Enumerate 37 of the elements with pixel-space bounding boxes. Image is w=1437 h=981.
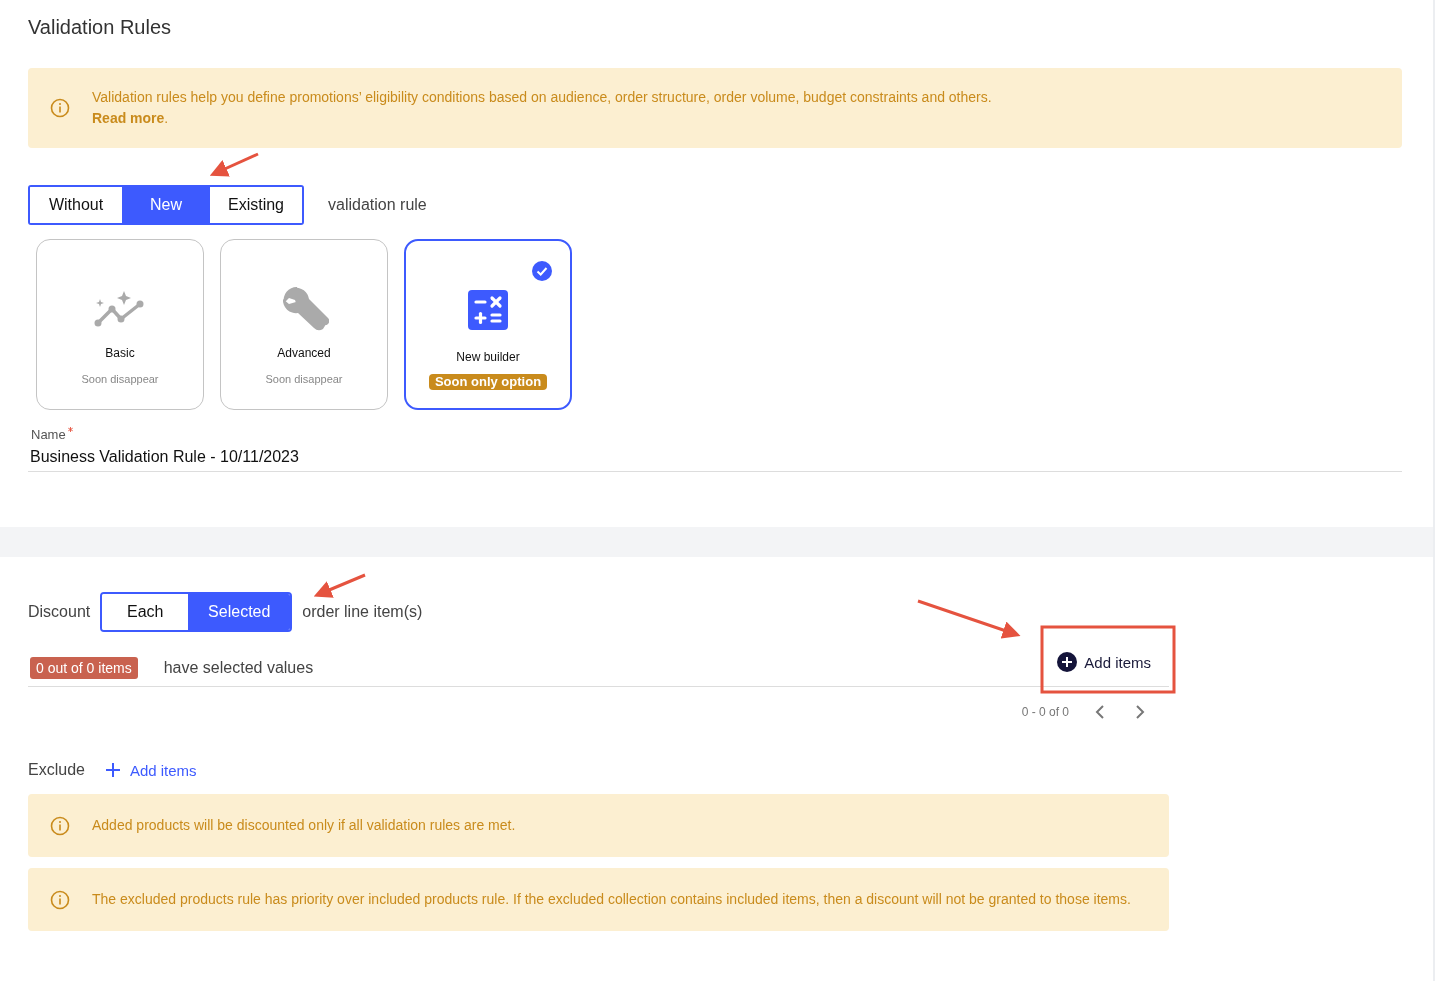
chevron-right-icon <box>1135 705 1145 719</box>
count-badge: 0 out of 0 items <box>30 657 138 679</box>
notice-text: Added products will be discounted only if all validation rules are met. <box>92 816 516 835</box>
notice-text: Validation rules help you define promotions’ eligibility conditions based on audience, order structure, order volume, budget constraints and others. <box>92 88 992 107</box>
page-title: Validation Rules <box>28 16 173 39</box>
info-icon <box>50 98 70 118</box>
rule-type-card[interactable]: Advanced Soon disappear <box>220 239 388 410</box>
discount-label: Discount <box>28 603 91 621</box>
status-badge: Soon only option <box>428 374 548 390</box>
count-text: have selected values <box>163 659 314 677</box>
notice-text: The excluded products rule has priority over included products rule. If the excluded collection contains included items, then a discount will not be granted to those items. <box>92 890 1131 909</box>
calculator-icon <box>468 290 508 330</box>
rule-type-card[interactable]: Basic Soon disappear <box>36 239 204 410</box>
segment-option[interactable]: Selected <box>188 594 291 630</box>
plus-circle-icon <box>1057 652 1078 672</box>
annotation-arrow <box>209 152 259 177</box>
add-items-link[interactable]: Add items <box>104 761 197 779</box>
segment-option[interactable]: New <box>122 187 210 223</box>
read-more-text: Read more. <box>92 109 170 128</box>
segment-suffix-text: validation rule <box>328 196 427 214</box>
sparkle-chart-icon <box>94 289 146 329</box>
card-subtitle: Soon disappear <box>265 373 343 385</box>
card-title: Basic <box>105 346 135 360</box>
card-title: New builder <box>456 350 520 364</box>
annotation-arrow <box>313 573 366 598</box>
check-circle-icon <box>532 261 552 281</box>
plus-icon <box>104 762 121 778</box>
pagination-text: 0 - 0 of 0 <box>1021 705 1069 719</box>
segment-suffix-text: order line item(s) <box>302 603 423 621</box>
chevron-left-icon <box>1095 705 1105 719</box>
card-title: Advanced <box>277 346 331 360</box>
exclude-label: Exclude <box>28 761 85 779</box>
info-icon <box>50 815 70 836</box>
info-icon <box>50 889 70 910</box>
field-label: Name <box>31 427 66 442</box>
rule-type-card[interactable]: New builder Soon only option <box>404 239 572 410</box>
card-subtitle: Soon disappear <box>81 373 159 385</box>
